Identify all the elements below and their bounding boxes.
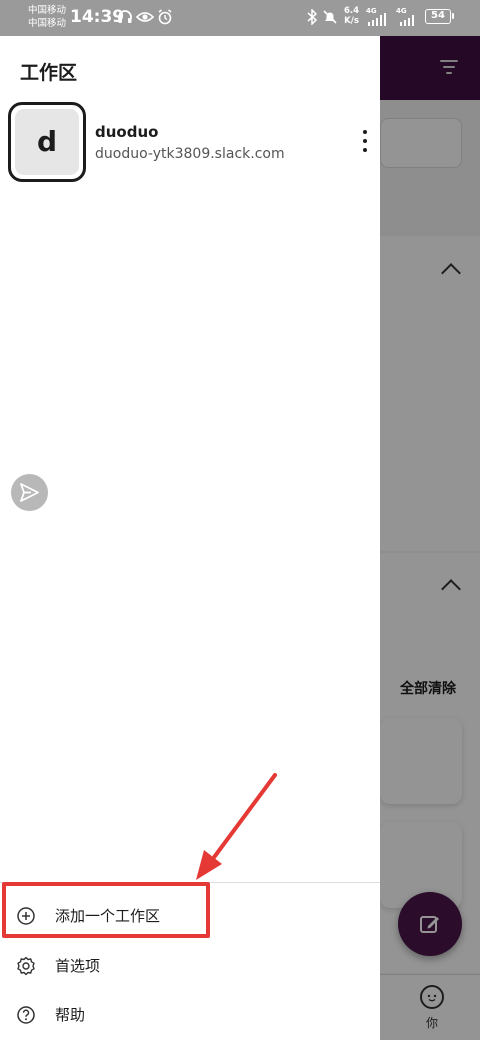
workspace-avatar[interactable]: d <box>8 102 86 182</box>
headphones-icon <box>118 10 132 23</box>
annotation-highlight-box <box>2 882 210 938</box>
carrier-labels: 中国移动 中国移动 <box>28 4 66 30</box>
workspace-avatar-letter: d <box>15 109 79 175</box>
signal-1-icon <box>368 13 392 26</box>
preferences-label: 首选项 <box>55 957 101 975</box>
preferences-item[interactable]: 首选项 <box>0 941 380 991</box>
mute-bell-icon <box>323 10 337 24</box>
status-bar: 中国移动 中国移动 14:39 6.4 K/s 4G 4G 54 <box>0 0 480 36</box>
signal-2-icon <box>400 13 420 26</box>
network-speed: 6.4 K/s <box>344 6 360 26</box>
battery-icon: 54 <box>425 9 454 24</box>
carrier-2: 中国移动 <box>28 18 67 29</box>
gear-icon <box>17 956 35 976</box>
more-options-icon[interactable] <box>360 130 370 152</box>
carrier-1: 中国移动 <box>28 5 67 16</box>
workspace-url: duoduo-ytk3809.slack.com <box>95 146 285 162</box>
floating-send-button[interactable] <box>11 474 48 511</box>
workspace-item[interactable]: d duoduo duoduo-ytk3809.slack.com <box>8 102 380 182</box>
help-label: 帮助 <box>55 1006 86 1024</box>
drawer-title: 工作区 <box>20 62 78 84</box>
workspace-name: duoduo <box>95 123 159 141</box>
bluetooth-icon <box>307 9 318 25</box>
eye-icon <box>136 12 154 22</box>
status-time: 14:39 <box>70 7 125 27</box>
alarm-icon <box>158 9 172 25</box>
help-circle-icon <box>17 1006 35 1024</box>
help-item[interactable]: 帮助 <box>0 990 380 1040</box>
send-icon <box>20 483 39 502</box>
